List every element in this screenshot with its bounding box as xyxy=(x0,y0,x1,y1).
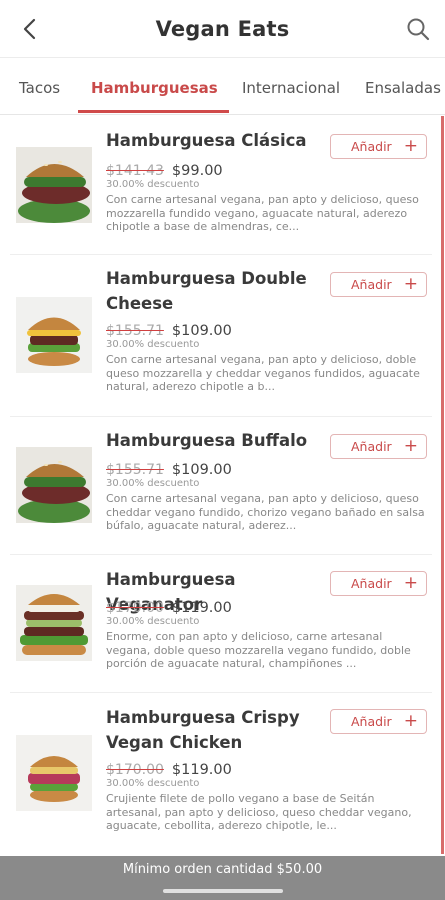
discount-label: 30.00% descuento xyxy=(106,778,200,789)
add-button[interactable]: Añadir + xyxy=(330,709,427,734)
original-price: $155.71 xyxy=(106,323,164,339)
scrollbar[interactable] xyxy=(441,116,444,854)
discount-label: 30.00% descuento xyxy=(106,179,200,190)
list-item[interactable]: Hamburguesa Clásica $141.43 $99.00 30.00%… xyxy=(10,116,432,255)
original-price: $170.00 xyxy=(106,762,164,778)
tab-internacional[interactable]: Internacional xyxy=(242,58,340,114)
discounted-price: $119.00 xyxy=(171,600,232,616)
list-item[interactable]: Hamburguesa Veganator $170.00 $119.00 30.… xyxy=(10,555,432,693)
price-row: $155.71 $109.00 xyxy=(106,320,232,339)
plus-icon: + xyxy=(403,274,418,294)
add-button-label: Añadir xyxy=(351,139,392,154)
min-order-text: Mínimo orden cantidad $50.00 xyxy=(122,862,323,877)
discounted-price: $119.00 xyxy=(171,762,232,778)
list-item[interactable]: Hamburguesa Crispy Vegan Chicken $170.00… xyxy=(10,693,432,856)
plus-icon: + xyxy=(403,436,418,456)
product-description: Enorme, con pan apto y delicioso, carne … xyxy=(106,630,411,670)
original-price: $141.43 xyxy=(106,163,164,179)
burger-image xyxy=(16,447,92,523)
add-button[interactable]: Añadir + xyxy=(330,272,427,297)
add-button-label: Añadir xyxy=(351,714,392,729)
list-item[interactable]: Hamburguesa Double Cheese $155.71 $109.00… xyxy=(10,255,432,417)
home-indicator[interactable] xyxy=(163,889,283,893)
product-name: Hamburguesa Crispy Vegan Chicken xyxy=(106,708,300,752)
tab-ensaladas[interactable]: Ensaladas xyxy=(365,58,441,114)
price-row: $155.71 $109.00 xyxy=(106,459,232,478)
plus-icon: + xyxy=(403,573,418,593)
product-name: Hamburguesa Double Cheese xyxy=(106,269,307,313)
burger-image xyxy=(16,585,92,661)
category-tabs: Tacos Hamburguesas Internacional Ensalad… xyxy=(0,58,445,115)
list-item[interactable]: Hamburguesa Buffalo $155.71 $109.00 30.00… xyxy=(10,417,432,555)
min-order-bar: Mínimo orden cantidad $50.00 xyxy=(0,856,445,900)
add-button[interactable]: Añadir + xyxy=(330,134,427,159)
discount-label: 30.00% descuento xyxy=(106,339,200,350)
original-price: $170.00 xyxy=(106,600,164,616)
add-button-label: Añadir xyxy=(351,277,392,292)
discount-label: 30.00% descuento xyxy=(106,616,200,627)
tab-hamburguesas[interactable]: Hamburguesas xyxy=(91,58,218,114)
burger-image xyxy=(16,297,92,373)
price-row: $170.00 $119.00 xyxy=(106,597,232,616)
product-description: Con carne artesanal vegana, pan apto y d… xyxy=(106,492,425,532)
add-button-label: Añadir xyxy=(351,576,392,591)
discounted-price: $99.00 xyxy=(171,163,223,179)
add-button[interactable]: Añadir + xyxy=(330,434,427,459)
original-price: $155.71 xyxy=(106,462,164,478)
add-button[interactable]: Añadir + xyxy=(330,571,427,596)
price-row: $141.43 $99.00 xyxy=(106,160,223,179)
app-header: Vegan Eats xyxy=(0,0,445,58)
page-title: Vegan Eats xyxy=(155,16,290,41)
burger-image xyxy=(16,147,92,223)
product-list[interactable]: Hamburguesa Clásica $141.43 $99.00 30.00%… xyxy=(0,116,445,856)
product-description: Con carne artesanal vegana, pan apto y d… xyxy=(106,353,420,393)
back-chevron-icon[interactable] xyxy=(18,16,44,42)
product-description: Crujiente filete de pollo vegano a base … xyxy=(106,792,412,832)
plus-icon: + xyxy=(403,711,418,731)
price-row: $170.00 $119.00 xyxy=(106,759,232,778)
discount-label: 30.00% descuento xyxy=(106,478,200,489)
burger-image xyxy=(16,735,92,811)
product-name: Hamburguesa Buffalo xyxy=(106,431,308,450)
discounted-price: $109.00 xyxy=(171,323,232,339)
active-tab-indicator xyxy=(78,110,229,113)
product-description: Con carne artesanal vegana, pan apto y d… xyxy=(106,193,419,233)
add-button-label: Añadir xyxy=(351,439,392,454)
search-icon[interactable] xyxy=(405,16,431,42)
product-name: Hamburguesa Clásica xyxy=(106,131,307,150)
discounted-price: $109.00 xyxy=(171,462,232,478)
plus-icon: + xyxy=(403,136,418,156)
tab-tacos[interactable]: Tacos xyxy=(19,58,60,114)
